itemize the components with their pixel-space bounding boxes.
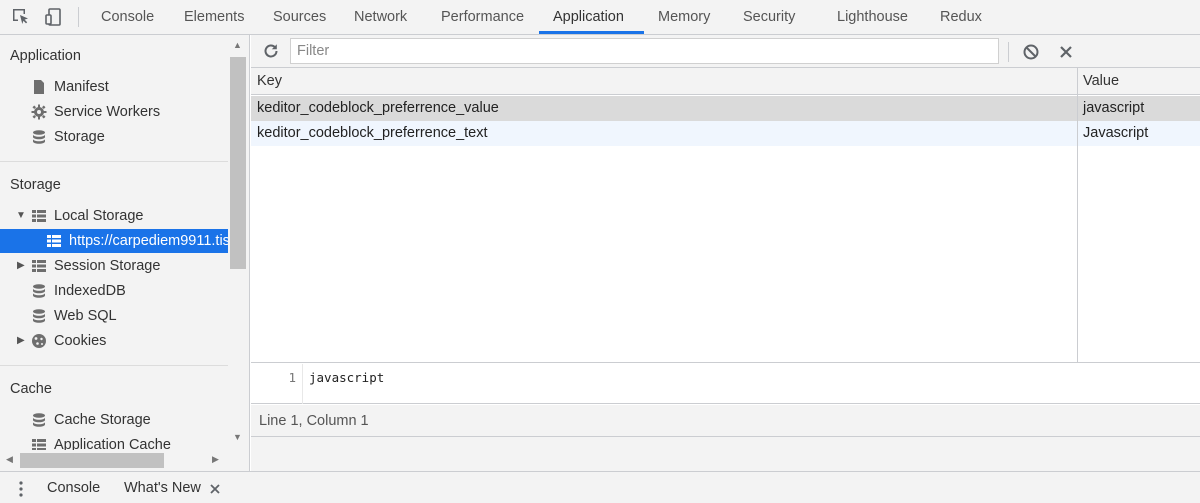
sidebar-item-manifest[interactable]: Manifest	[0, 75, 228, 99]
document-icon	[31, 79, 47, 95]
cookie-icon	[31, 333, 47, 349]
column-divider[interactable]	[1077, 68, 1078, 362]
editor-status-bar: Line 1, Column 1	[251, 405, 1200, 437]
tab-console[interactable]: Console	[101, 0, 154, 34]
tab-application[interactable]: Application	[553, 0, 624, 34]
sidebar-vertical-scrollbar[interactable]: ▲ ▼	[228, 35, 249, 451]
code-line[interactable]: javascript	[309, 370, 384, 385]
drawer-tab-whats-new[interactable]: What's New	[124, 472, 201, 503]
sidebar-item-local-storage[interactable]: ▼ Local Storage	[0, 204, 228, 228]
table-header: Key Value	[251, 68, 1200, 95]
scroll-thumb[interactable]	[20, 453, 164, 468]
tab-memory[interactable]: Memory	[658, 0, 710, 34]
sidebar-item-label: Storage	[54, 129, 105, 145]
active-tab-indicator	[539, 31, 644, 34]
tab-redux[interactable]: Redux	[940, 0, 982, 34]
database-icon	[31, 283, 47, 299]
cell-key: keditor_codeblock_preferrence_text	[257, 125, 488, 141]
sidebar-horizontal-scrollbar[interactable]: ◀ ▶	[0, 450, 228, 471]
section-divider	[0, 365, 228, 366]
empty-panel-area	[251, 437, 1200, 471]
drawer-tab-bar: Console What's New	[0, 471, 1200, 503]
table-row[interactable]: keditor_codeblock_preferrence_text Javas…	[251, 121, 1200, 146]
key-value-table: Key Value keditor_codeblock_preferrence_…	[251, 68, 1200, 363]
sidebar-item-label: Session Storage	[54, 258, 161, 274]
block-icon[interactable]	[1021, 42, 1041, 62]
sidebar-item-label: Cookies	[54, 333, 107, 349]
value-preview-editor[interactable]: 1 javascript	[251, 364, 1200, 404]
sidebar-item-label: Web SQL	[54, 308, 117, 324]
line-number: 1	[288, 370, 296, 385]
sidebar-item-indexeddb[interactable]: IndexedDB	[0, 279, 228, 303]
sidebar-item-cookies[interactable]: ▶ Cookies	[0, 329, 228, 353]
table-icon	[31, 258, 47, 274]
column-header-value[interactable]: Value	[1083, 68, 1119, 95]
sidebar-item-web-sql[interactable]: Web SQL	[0, 304, 228, 328]
filter-input[interactable]	[290, 38, 999, 64]
tab-network[interactable]: Network	[354, 0, 407, 34]
scroll-left-icon[interactable]: ◀	[6, 454, 13, 465]
cell-value: Javascript	[1083, 125, 1149, 141]
table-icon	[31, 208, 47, 224]
cursor-position: Line 1, Column 1	[259, 413, 369, 429]
application-sidebar: Application Manifest Service Workers Sto…	[0, 35, 250, 471]
cell-value: javascript	[1083, 100, 1145, 116]
expanded-triangle-icon[interactable]: ▼	[16, 204, 26, 228]
sidebar-item-label: IndexedDB	[54, 283, 126, 299]
sidebar-item-storage-overview[interactable]: Storage	[0, 125, 228, 149]
section-title-storage: Storage	[10, 177, 61, 193]
scroll-thumb[interactable]	[230, 57, 246, 269]
section-title-cache: Cache	[10, 381, 52, 397]
sidebar-item-label: Manifest	[54, 79, 109, 95]
sidebar-item-label: Local Storage	[54, 208, 144, 224]
tab-elements[interactable]: Elements	[184, 0, 244, 34]
scroll-right-icon[interactable]: ▶	[212, 454, 219, 465]
collapsed-triangle-icon[interactable]: ▶	[17, 254, 25, 278]
sidebar-item-session-storage[interactable]: ▶ Session Storage	[0, 254, 228, 278]
toolbar-separator	[1008, 42, 1009, 62]
sidebar-item-service-workers[interactable]: Service Workers	[0, 100, 228, 124]
sidebar-item-cache-storage[interactable]: Cache Storage	[0, 408, 228, 432]
storage-toolbar	[251, 35, 1200, 68]
database-icon	[31, 412, 47, 428]
toolbar-separator	[78, 7, 79, 27]
tab-lighthouse[interactable]: Lighthouse	[837, 0, 908, 34]
gear-icon	[31, 104, 47, 120]
section-title-application: Application	[10, 48, 81, 64]
line-gutter: 1	[251, 364, 303, 404]
table-icon	[46, 233, 62, 249]
scroll-down-icon[interactable]: ▼	[233, 432, 242, 442]
sidebar-item-label: Service Workers	[54, 104, 161, 120]
sidebar-item-label: Cache Storage	[54, 412, 151, 428]
more-options-icon[interactable]	[19, 481, 23, 497]
device-toolbar-icon[interactable]	[44, 7, 64, 27]
sidebar-item-label: https://carpediem9911.tistory.com	[69, 233, 249, 249]
close-icon[interactable]	[209, 482, 221, 494]
inspect-element-icon[interactable]	[11, 7, 31, 27]
tab-security[interactable]: Security	[743, 0, 795, 34]
devtools-tab-bar: Console Elements Sources Network Perform…	[0, 0, 1200, 35]
tab-performance[interactable]: Performance	[441, 0, 524, 34]
refresh-icon[interactable]	[261, 41, 281, 61]
sidebar-item-local-storage-origin[interactable]: https://carpediem9911.tistory.com	[0, 229, 249, 253]
scroll-up-icon[interactable]: ▲	[233, 40, 242, 50]
table-row[interactable]: keditor_codeblock_preferrence_value java…	[251, 96, 1200, 121]
column-header-key[interactable]: Key	[257, 68, 282, 95]
drawer-tab-console[interactable]: Console	[47, 472, 100, 503]
section-divider	[0, 161, 228, 162]
database-icon	[31, 129, 47, 145]
database-icon	[31, 308, 47, 324]
tab-sources[interactable]: Sources	[273, 0, 326, 34]
cell-key: keditor_codeblock_preferrence_value	[257, 100, 499, 116]
close-icon[interactable]	[1056, 42, 1076, 62]
collapsed-triangle-icon[interactable]: ▶	[17, 329, 25, 353]
